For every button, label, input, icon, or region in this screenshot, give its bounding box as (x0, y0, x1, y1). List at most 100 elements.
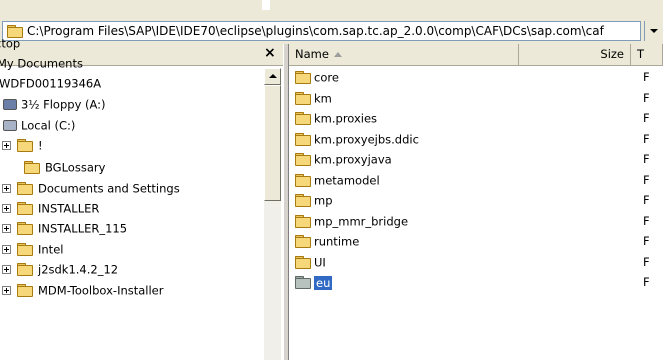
tree-item-label: BGLossary (45, 160, 106, 175)
tree-item-label: INSTALLER_115 (38, 221, 128, 236)
tree-item-label: ctop (0, 36, 21, 51)
expand-icon[interactable] (2, 184, 11, 193)
folder-icon (295, 214, 311, 228)
file-row[interactable]: km.proxyejbs.ddic F (289, 129, 663, 149)
file-row[interactable]: mp_mmr_bridge F (289, 211, 663, 231)
column-size[interactable]: Size (519, 44, 631, 65)
tree-item[interactable]: ! (2, 136, 43, 154)
folder-icon (24, 161, 40, 174)
tree-item-label: WDFD00119346A (0, 76, 102, 91)
file-row[interactable]: core F (289, 67, 663, 87)
tree-item[interactable]: MDM-Toolbox-Installer (2, 281, 164, 299)
tree-item[interactable]: ctop (0, 34, 20, 52)
address-bar: C:\Program Files\SAP\IDE\IDE70\eclipse\p… (0, 18, 663, 44)
expand-icon[interactable] (2, 265, 11, 274)
file-row[interactable]: runtime F (289, 231, 663, 251)
file-row[interactable]: eu F (289, 272, 663, 292)
toolbar-grip (262, 0, 270, 10)
file-type: F (643, 275, 650, 289)
floppy-icon (3, 99, 17, 110)
file-type: F (643, 152, 650, 166)
file-name: km (314, 91, 332, 105)
file-name: runtime (314, 234, 360, 249)
file-name: km.proxyjava (314, 152, 392, 167)
address-dropdown-button[interactable] (644, 21, 663, 41)
folder-icon (17, 222, 33, 235)
folder-icon (295, 153, 311, 166)
file-name: UI (314, 255, 326, 269)
expand-icon[interactable] (2, 141, 11, 150)
chevron-down-icon (650, 29, 658, 33)
tree-item[interactable]: INSTALLER_115 (2, 219, 127, 237)
folder-icon (295, 235, 311, 248)
file-type: F (643, 111, 650, 125)
expand-icon[interactable] (2, 245, 11, 254)
tree-item-label: Documents and Settings (38, 181, 180, 196)
sort-ascending-icon (333, 52, 342, 57)
folder-icon (17, 263, 33, 276)
column-type[interactable]: T (631, 44, 663, 65)
tree-item[interactable]: j2sdk1.4.2_12 (2, 260, 118, 278)
file-type: F (643, 131, 650, 146)
column-name[interactable]: Name (289, 44, 519, 65)
tree-item[interactable]: WDFD00119346A (0, 74, 101, 92)
folder-icon (295, 112, 311, 125)
file-name: metamodel (314, 173, 380, 187)
column-header: Name Size T (289, 44, 663, 66)
file-row[interactable]: metamodel F (289, 170, 663, 190)
tree-item[interactable]: My Documents (0, 54, 83, 72)
file-row[interactable]: km F (289, 88, 663, 108)
top-strip (0, 0, 663, 18)
file-row[interactable]: mp F (289, 190, 663, 210)
tree-item-label: 3½ Floppy (A:) (21, 97, 106, 112)
folder-icon (295, 132, 311, 146)
file-type: F (643, 254, 650, 269)
tree-scrollbar[interactable] (264, 68, 281, 360)
close-pane-button[interactable]: × (264, 45, 276, 61)
folder-icon (295, 173, 311, 187)
file-row[interactable]: km.proxyjava F (289, 149, 663, 169)
folder-icon (295, 255, 311, 269)
scroll-thumb[interactable] (264, 85, 281, 201)
expand-icon[interactable] (2, 286, 11, 295)
file-row[interactable]: UI F (289, 252, 663, 272)
tree-item[interactable]: Local (C:) (3, 116, 75, 134)
tree-item[interactable]: 3½ Floppy (A:) (3, 95, 106, 113)
address-input[interactable]: C:\Program Files\SAP\IDE\IDE70\eclipse\p… (2, 21, 641, 41)
folder-icon (295, 91, 311, 105)
folder-icon (295, 71, 311, 84)
tree-item[interactable]: Documents and Settings (2, 179, 180, 197)
file-type: F (643, 90, 650, 105)
tree-item-label: Intel (38, 242, 64, 257)
scroll-up-button[interactable] (264, 68, 281, 85)
column-name-label: Name (295, 47, 329, 61)
tree-item-label: Local (C:) (21, 118, 76, 133)
file-row[interactable]: km.proxies F (289, 108, 663, 128)
file-name: eu (314, 275, 333, 290)
file-type: F (643, 234, 650, 248)
folder-icon (17, 202, 33, 215)
folder-icon (17, 139, 33, 152)
file-type: F (643, 193, 650, 207)
file-type: F (643, 70, 650, 84)
tree-item[interactable]: Intel (2, 240, 63, 258)
drive-icon (3, 120, 17, 131)
column-size-label: Size (600, 47, 624, 61)
folder-icon (295, 194, 311, 207)
tree-item[interactable]: BGLossary (24, 158, 105, 176)
tree-item[interactable]: INSTALLER (2, 199, 99, 217)
file-list-pane: Name Size T core Fkm Fkm.proxies Fkm.proxye… (289, 44, 663, 360)
tree-item-label: My Documents (0, 56, 83, 71)
folder-icon (17, 284, 33, 297)
column-type-label: T (637, 47, 645, 61)
tree-item-label: j2sdk1.4.2_12 (38, 262, 119, 277)
folder-icon (17, 243, 33, 256)
file-name: km.proxies (314, 111, 378, 126)
folder-tree-pane: × ctop My Documents WDFD00119346A 3½ Floppy… (0, 37, 289, 360)
arrow-up-icon (269, 74, 277, 78)
expand-icon[interactable] (2, 204, 11, 213)
file-name: mp (314, 193, 333, 208)
file-name: core (314, 70, 339, 85)
file-name: mp_mmr_bridge (314, 214, 409, 228)
expand-icon[interactable] (2, 224, 11, 233)
